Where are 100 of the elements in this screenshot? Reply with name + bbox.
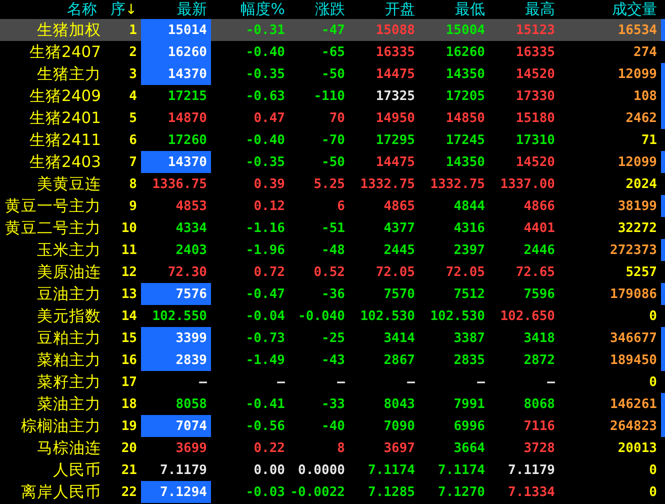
table-cell-text: 2872 bbox=[522, 352, 556, 370]
instrument-name: 菜粕主力 bbox=[36, 350, 101, 370]
table-cell-text: -47 bbox=[320, 22, 346, 40]
column-header[interactable]: 名称 bbox=[67, 0, 97, 19]
table-cell-text: 102.530 bbox=[429, 308, 486, 326]
table-cell-text: -36 bbox=[320, 286, 346, 304]
table-cell-text: 14475 bbox=[374, 66, 416, 84]
table-cell-text: — bbox=[406, 374, 416, 392]
quote-row[interactable]: 生猪加权 1 15014 -0.31 -47 15088 15004 15123 16534 bbox=[0, 19, 665, 41]
table-cell-text: 70 bbox=[328, 110, 346, 128]
table-cell-text: 16534 bbox=[616, 22, 658, 40]
table-cell-text: 102.530 bbox=[359, 308, 416, 326]
row-number: 5 bbox=[128, 110, 138, 128]
table-cell-text: -51 bbox=[320, 220, 346, 238]
table-cell-text: 7.1334 bbox=[507, 484, 556, 502]
table-cell-text: 7512 bbox=[452, 286, 486, 304]
row-number: 4 bbox=[128, 88, 138, 106]
table-cell-text: 72.30 bbox=[166, 264, 208, 282]
table-cell-text: 32272 bbox=[616, 220, 658, 238]
table-cell-text: -0.56 bbox=[244, 418, 286, 436]
table-cell-text: -0.04 bbox=[244, 308, 286, 326]
table-cell-text: 14950 bbox=[374, 110, 416, 128]
table-cell-text: 1336.75 bbox=[151, 176, 208, 194]
table-cell-text: 3414 bbox=[382, 330, 416, 348]
table-cell-text: 3418 bbox=[522, 330, 556, 348]
price-highlight: 15014 bbox=[141, 19, 211, 41]
row-number: 3 bbox=[128, 66, 138, 84]
table-cell-text: 7.1270 bbox=[437, 484, 486, 502]
column-header[interactable]: 涨跌 bbox=[315, 0, 345, 19]
table-cell-text: 14520 bbox=[514, 66, 556, 84]
table-cell-text: -0.41 bbox=[244, 396, 286, 414]
table-cell-text: -1.96 bbox=[244, 242, 286, 260]
column-header[interactable]: 成交量 bbox=[612, 0, 657, 19]
column-header[interactable]: 最高 bbox=[525, 0, 555, 19]
table-cell-text: 179086 bbox=[609, 286, 658, 304]
table-cell-text: -0.0022 bbox=[289, 484, 346, 502]
instrument-name: 豆粕主力 bbox=[36, 328, 101, 348]
column-header[interactable]: 序 bbox=[110, 0, 126, 19]
instrument-name: 玉米主力 bbox=[36, 240, 101, 260]
table-cell-text: 2397 bbox=[452, 242, 486, 260]
table-cell-text: 102.550 bbox=[151, 308, 208, 326]
table-cell-text: 1332.75 bbox=[359, 176, 416, 194]
table-cell-text: — bbox=[336, 374, 346, 392]
table-cell-text: 3728 bbox=[522, 440, 556, 458]
table-cell-text: -0.040 bbox=[297, 308, 346, 326]
table-cell-text: 3699 bbox=[174, 440, 208, 458]
table-cell-text: 17310 bbox=[514, 132, 556, 150]
table-cell-text: 14520 bbox=[514, 154, 556, 172]
row-number: 21 bbox=[120, 462, 138, 480]
table-cell-text: 17330 bbox=[514, 88, 556, 106]
table-cell-text: 15123 bbox=[514, 22, 556, 40]
instrument-name: 生猪加权 bbox=[36, 20, 101, 40]
instrument-name: 美原油连 bbox=[36, 262, 101, 282]
table-cell-text: 72.05 bbox=[444, 264, 486, 282]
column-header[interactable]: 开盘 bbox=[385, 0, 415, 19]
table-cell-text: 4401 bbox=[522, 220, 556, 238]
table-cell-text: 7116 bbox=[522, 418, 556, 436]
table-cell-text: 3387 bbox=[452, 330, 486, 348]
table-cell-text: 6996 bbox=[452, 418, 486, 436]
table-cell-text: 1337.00 bbox=[499, 176, 556, 194]
table-cell-text: 0.12 bbox=[252, 198, 286, 216]
price-highlight: 7.1294 bbox=[141, 481, 211, 503]
table-cell-text: 2446 bbox=[522, 242, 556, 260]
table-cell-text: -0.40 bbox=[244, 44, 286, 62]
table-cell-text: 5257 bbox=[624, 264, 658, 282]
table-cell-text: 0.47 bbox=[252, 110, 286, 128]
column-header[interactable]: 幅度% bbox=[240, 0, 285, 19]
table-cell-text: 17245 bbox=[444, 132, 486, 150]
table-cell-text: 2403 bbox=[174, 242, 208, 260]
price-highlight: 3399 bbox=[141, 327, 211, 349]
table-cell-text: 264823 bbox=[609, 418, 658, 436]
instrument-name: 美黄豆连 bbox=[36, 174, 101, 194]
column-header[interactable]: 最低 bbox=[455, 0, 485, 19]
table-cell-text: 14350 bbox=[444, 154, 486, 172]
table-cell-text: 7.1179 bbox=[159, 462, 208, 480]
column-header[interactable]: 最新 bbox=[177, 0, 207, 19]
table-cell-text: 4853 bbox=[174, 198, 208, 216]
table-cell-text: 15180 bbox=[514, 110, 556, 128]
table-cell-text: 7.1174 bbox=[367, 462, 416, 480]
table-cell-text: 17295 bbox=[374, 132, 416, 150]
table-cell-text: 7596 bbox=[522, 286, 556, 304]
table-cell-text: -1.16 bbox=[244, 220, 286, 238]
row-number: 20 bbox=[120, 440, 138, 458]
table-cell-text: 14850 bbox=[444, 110, 486, 128]
table-cell-text: 5.25 bbox=[312, 176, 346, 194]
instrument-name: 离岸人民币 bbox=[20, 482, 101, 502]
table-cell-text: 0.00 bbox=[252, 462, 286, 480]
instrument-name: 棕榈油主力 bbox=[20, 416, 101, 436]
table-cell-text: 346677 bbox=[609, 330, 658, 348]
row-number: 14 bbox=[120, 308, 138, 326]
table-cell-text: — bbox=[198, 374, 208, 392]
row-number: 15 bbox=[120, 330, 138, 348]
table-cell-text: -65 bbox=[320, 44, 346, 62]
table-cell-text: 1332.75 bbox=[429, 176, 486, 194]
row-number: 6 bbox=[128, 132, 138, 150]
table-cell-text: 0.52 bbox=[312, 264, 346, 282]
table-cell-text: 3697 bbox=[382, 440, 416, 458]
table-cell-text: 16335 bbox=[374, 44, 416, 62]
instrument-name: 菜油主力 bbox=[36, 394, 101, 414]
table-cell-text: 7.1285 bbox=[367, 484, 416, 502]
